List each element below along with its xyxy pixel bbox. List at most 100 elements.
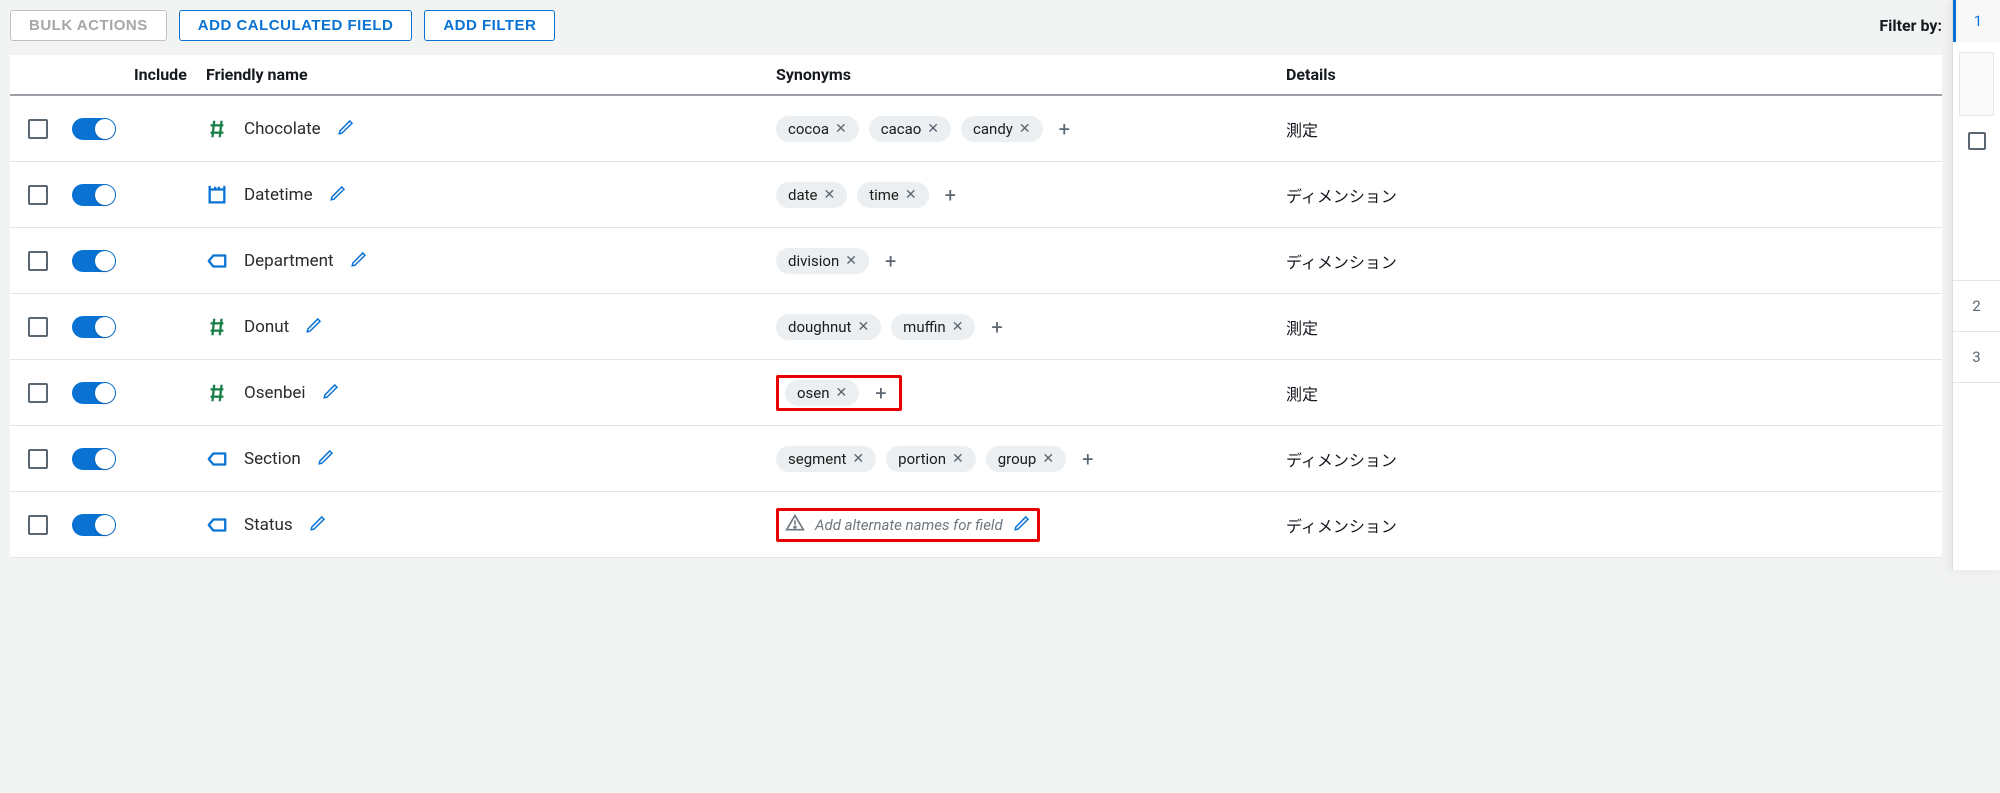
remove-synonym-icon[interactable]: ✕: [835, 121, 847, 137]
hash-icon: [206, 382, 228, 404]
remove-synonym-icon[interactable]: ✕: [952, 319, 964, 335]
details-value: 測定: [1286, 117, 1942, 141]
add-filter-button[interactable]: ADD FILTER: [424, 10, 555, 41]
field-name: Section: [244, 449, 301, 469]
calendar-icon: [206, 184, 228, 206]
include-toggle[interactable]: [72, 250, 116, 272]
add-synonym-button[interactable]: +: [985, 315, 1008, 339]
edit-name-icon[interactable]: [322, 382, 340, 404]
include-toggle[interactable]: [72, 184, 116, 206]
synonym-label: date: [788, 186, 817, 204]
details-value: ディメンション: [1286, 249, 1942, 273]
remove-synonym-icon[interactable]: ✕: [852, 451, 864, 467]
empty-synonyms-message: Add alternate names for field: [815, 516, 1003, 534]
row-checkbox[interactable]: [28, 515, 48, 535]
table-row: Department division✕ + ディメンション: [10, 228, 1942, 294]
add-synonym-button[interactable]: +: [869, 381, 892, 405]
remove-synonym-icon[interactable]: ✕: [845, 253, 857, 269]
table-row: Datetime date ✕ time ✕ + ディメンション: [10, 162, 1942, 228]
edit-name-icon[interactable]: [337, 118, 355, 140]
tag-icon: [206, 514, 228, 536]
synonym-chip: date ✕: [776, 182, 847, 208]
edit-name-icon[interactable]: [329, 184, 347, 206]
remove-synonym-icon[interactable]: ✕: [927, 121, 939, 137]
row-checkbox[interactable]: [28, 317, 48, 337]
side-panel: 1 2 3: [1952, 0, 2000, 570]
field-name: Status: [244, 515, 293, 535]
side-step-2[interactable]: 2: [1953, 285, 2000, 327]
add-synonym-button[interactable]: +: [939, 183, 962, 207]
include-toggle[interactable]: [72, 448, 116, 470]
side-checkbox[interactable]: [1968, 132, 1986, 150]
side-step-3[interactable]: 3: [1953, 336, 2000, 378]
tag-icon: [206, 250, 228, 272]
table-header: Include Friendly name Synonyms Details: [10, 55, 1942, 96]
synonym-chip: candy ✕: [961, 116, 1043, 142]
warning-icon: [785, 513, 805, 537]
synonym-chip: group ✕: [986, 446, 1066, 472]
row-checkbox[interactable]: [28, 383, 48, 403]
edit-name-icon[interactable]: [317, 448, 335, 470]
add-synonym-button[interactable]: +: [1053, 117, 1076, 141]
col-include-header: Include: [66, 65, 206, 84]
synonyms-highlight: osen ✕ +: [776, 375, 902, 411]
remove-synonym-icon[interactable]: ✕: [952, 451, 964, 467]
side-step-1[interactable]: 1: [1953, 0, 2000, 42]
remove-synonym-icon[interactable]: ✕: [1019, 121, 1031, 137]
synonym-label: osen: [797, 384, 830, 402]
table-row: StatusAdd alternate names for fieldディメンシ…: [10, 492, 1942, 558]
remove-synonym-icon[interactable]: ✕: [1042, 451, 1054, 467]
synonym-chip: segment ✕: [776, 446, 876, 472]
remove-synonym-icon[interactable]: ✕: [905, 187, 917, 203]
row-checkbox[interactable]: [28, 449, 48, 469]
include-toggle[interactable]: [72, 382, 116, 404]
synonym-chip: doughnut ✕: [776, 314, 881, 340]
include-toggle[interactable]: [72, 316, 116, 338]
table-row: Chocolate cocoa✕ cacao ✕ candy ✕ + 測定: [10, 96, 1942, 162]
synonym-label: segment: [788, 450, 846, 468]
edit-synonyms-icon[interactable]: [1013, 514, 1031, 536]
edit-name-icon[interactable]: [309, 514, 327, 536]
include-toggle[interactable]: [72, 514, 116, 536]
synonym-chip: muffin ✕: [891, 314, 975, 340]
side-preview: [1959, 52, 1994, 116]
row-checkbox[interactable]: [28, 119, 48, 139]
table-row: Donut doughnut ✕ muffin ✕ + 測定: [10, 294, 1942, 360]
field-name: Department: [244, 251, 334, 271]
remove-synonym-icon[interactable]: ✕: [857, 319, 869, 335]
hash-icon: [206, 118, 228, 140]
toolbar: BULK ACTIONS ADD CALCULATED FIELD ADD FI…: [10, 10, 1942, 41]
field-name: Datetime: [244, 185, 313, 205]
field-name: Donut: [244, 317, 289, 337]
synonym-chip: cocoa✕: [776, 116, 859, 142]
synonym-chip: division✕: [776, 248, 869, 274]
hash-icon: [206, 316, 228, 338]
edit-name-icon[interactable]: [305, 316, 323, 338]
filter-by-label: Filter by:: [1879, 16, 1942, 35]
synonym-label: muffin: [903, 318, 946, 336]
synonym-label: cacao: [881, 120, 922, 138]
col-details-header: Details: [1286, 65, 1942, 84]
field-name: Chocolate: [244, 119, 321, 139]
synonym-chip: osen ✕: [785, 380, 859, 406]
synonym-label: candy: [973, 120, 1013, 138]
synonym-label: doughnut: [788, 318, 851, 336]
synonym-label: time: [869, 186, 899, 204]
details-value: ディメンション: [1286, 183, 1942, 207]
details-value: ディメンション: [1286, 447, 1942, 471]
details-value: 測定: [1286, 315, 1942, 339]
synonym-label: group: [998, 450, 1037, 468]
fields-table: Include Friendly name Synonyms Details C…: [10, 55, 1942, 558]
synonym-chip: cacao ✕: [869, 116, 951, 142]
include-toggle[interactable]: [72, 118, 116, 140]
add-calculated-field-button[interactable]: ADD CALCULATED FIELD: [179, 10, 413, 41]
remove-synonym-icon[interactable]: ✕: [823, 187, 835, 203]
table-row: Osenbeiosen✕+測定: [10, 360, 1942, 426]
row-checkbox[interactable]: [28, 251, 48, 271]
add-synonym-button[interactable]: +: [879, 249, 902, 273]
row-checkbox[interactable]: [28, 185, 48, 205]
add-synonym-button[interactable]: +: [1076, 447, 1099, 471]
remove-synonym-icon[interactable]: ✕: [836, 385, 848, 401]
edit-name-icon[interactable]: [350, 250, 368, 272]
bulk-actions-button: BULK ACTIONS: [10, 10, 167, 41]
